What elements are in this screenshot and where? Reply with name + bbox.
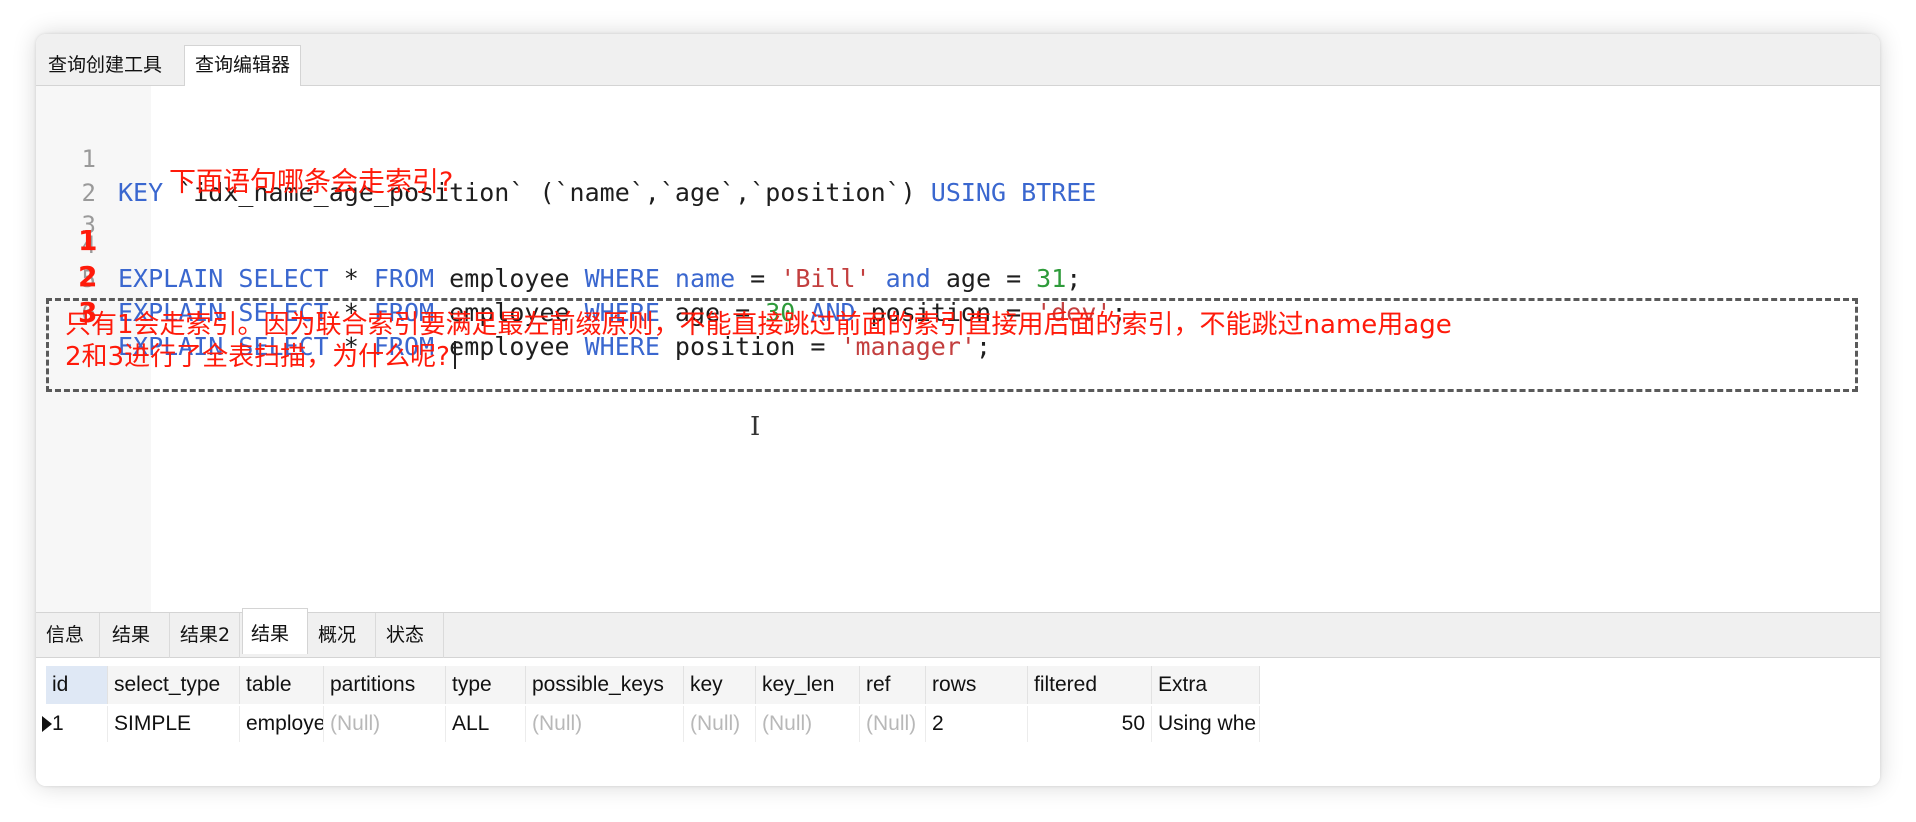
query-window: 查询创建工具 查询编辑器 1 KEY `idx_name_age_positio… [36, 34, 1880, 786]
tab-result-2[interactable]: 结果2 [172, 613, 240, 658]
column-header-id[interactable]: id [46, 666, 108, 704]
column-header-rows[interactable]: rows [926, 666, 1028, 704]
results-grid: id select_type table partitions type pos… [36, 658, 1880, 786]
tab-status[interactable]: 状态 [378, 613, 444, 658]
cell-type[interactable]: ALL [446, 706, 526, 742]
code-line: 6 EXPLAIN SELECT * FROM employee WHERE p… [36, 262, 1876, 361]
top-tab-bar: 查询创建工具 查询编辑器 [36, 34, 1880, 86]
column-header-type[interactable]: type [446, 666, 526, 704]
cell-id[interactable]: 1 [46, 706, 108, 742]
text-caret [453, 341, 456, 369]
column-header-partitions[interactable]: partitions [324, 666, 446, 704]
annotation-number: 1 [78, 224, 98, 257]
result-tab-bar: 信息 结果1 结果2 结果3 概况 状态 [36, 608, 1880, 695]
cell-key[interactable]: (Null) [684, 706, 756, 742]
cell-extra[interactable]: Using whe [1152, 706, 1260, 742]
annotation-number: 2 [78, 260, 98, 293]
ibeam-cursor-icon: I [750, 412, 761, 442]
cell-key-len[interactable]: (Null) [756, 706, 860, 742]
cell-possible-keys[interactable]: (Null) [526, 706, 684, 742]
answer-textbox[interactable]: 只有1会走索引。因为联合索引要满足最左前缀原则，不能直接跳过前面的索引直接用后面… [46, 298, 1858, 392]
cell-rows[interactable]: 2 [926, 706, 1028, 742]
tab-result-1[interactable]: 结果1 [104, 613, 170, 690]
column-header-possible-keys[interactable]: possible_keys [526, 666, 684, 704]
column-header-key[interactable]: key [684, 666, 756, 704]
answer-text-line: 2和3进行了全表扫描，为什么呢? [65, 341, 456, 373]
tab-query-editor[interactable]: 查询编辑器 [184, 45, 302, 86]
tab-info[interactable]: 信息 [38, 613, 100, 658]
column-header-ref[interactable]: ref [860, 666, 926, 704]
column-header-key-len[interactable]: key_len [756, 666, 860, 704]
column-header-filtered[interactable]: filtered [1028, 666, 1152, 704]
cell-partitions[interactable]: (Null) [324, 706, 446, 742]
tab-query-builder[interactable]: 查询创建工具 [38, 46, 172, 86]
answer-text: 2和3进行了全表扫描，为什么呢? [65, 342, 450, 372]
code-line: 5 EXPLAIN SELECT * FROM employee WHERE a… [36, 228, 1876, 327]
tab-result-3[interactable]: 结果3 [242, 608, 308, 695]
code-line: 1 KEY `idx_name_age_position` (`name`,`a… [36, 108, 1876, 207]
answer-text-line: 只有1会走索引。因为联合索引要满足最左前缀原则，不能直接跳过前面的索引直接用后面… [65, 310, 1452, 340]
cell-ref[interactable]: (Null) [860, 706, 926, 742]
column-header-extra[interactable]: Extra [1152, 666, 1260, 704]
tab-overview[interactable]: 概况 [310, 613, 376, 658]
query-editor[interactable]: 1 KEY `idx_name_age_position` (`name`,`a… [36, 86, 1880, 644]
cell-select-type[interactable]: SIMPLE [108, 706, 240, 742]
annotation-question: 下面语句哪条会走索引? [169, 167, 454, 198]
cell-filtered[interactable]: 50 [1028, 706, 1152, 742]
cell-table[interactable]: employee [240, 706, 324, 742]
column-header-select-type[interactable]: select_type [108, 666, 240, 704]
column-header-table[interactable]: table [240, 666, 324, 704]
